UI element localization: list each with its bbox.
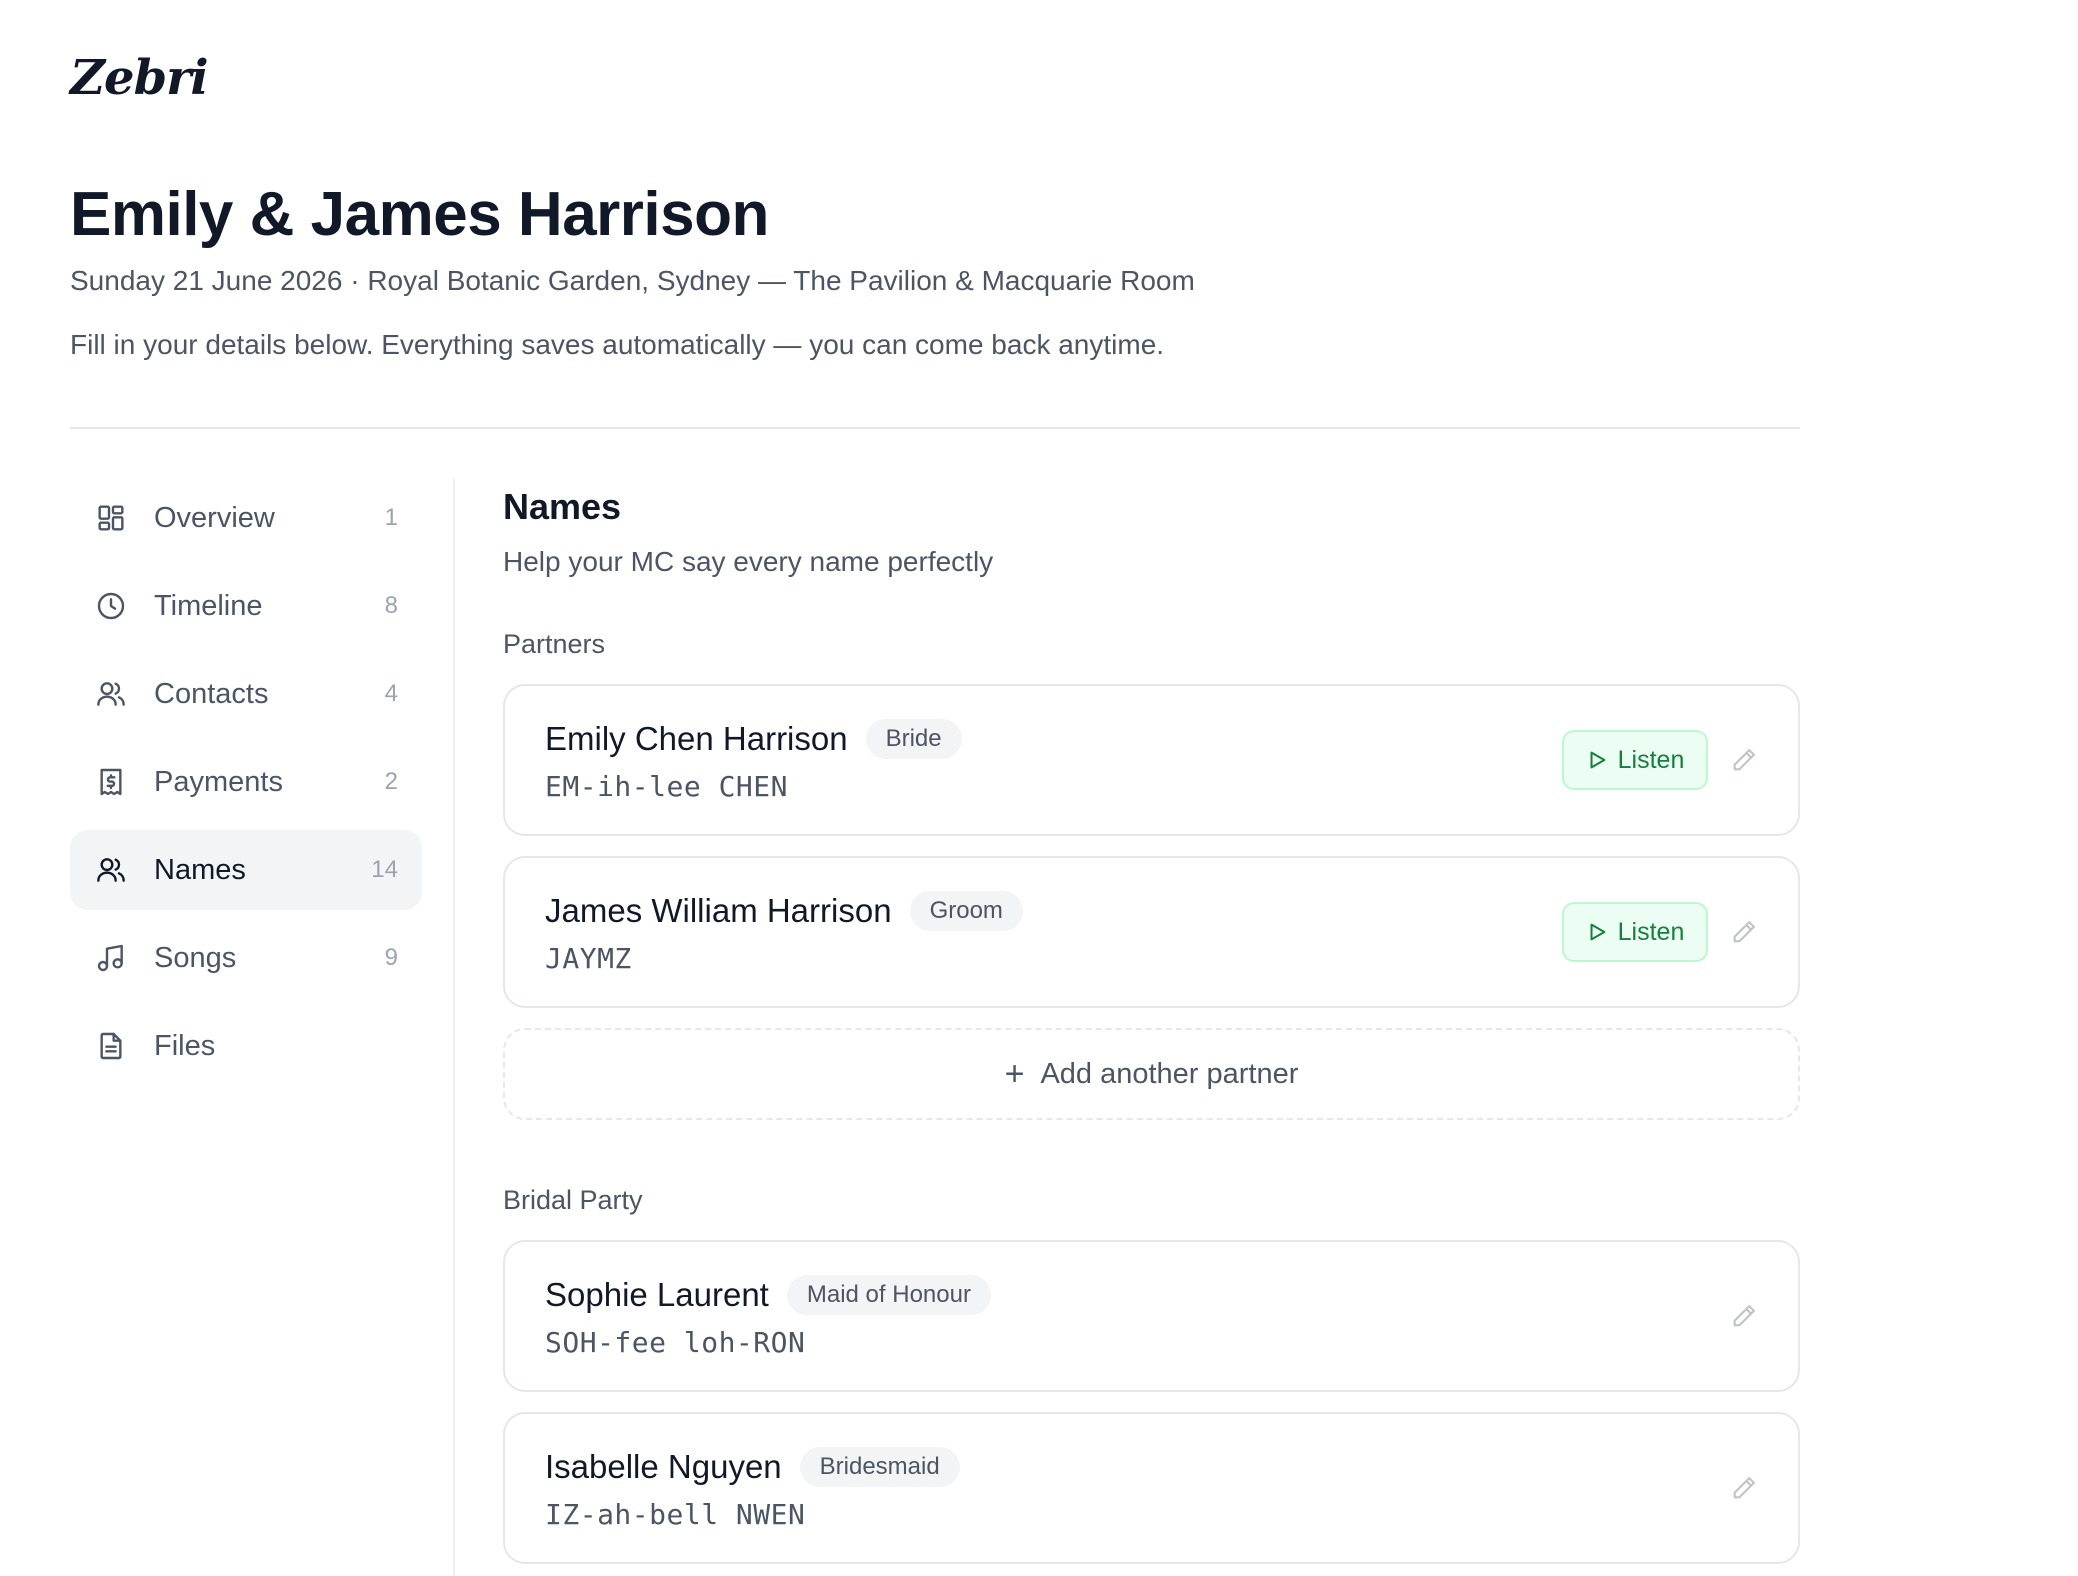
name-card: James William Harrison Groom JAYMZ Liste…	[503, 856, 1800, 1008]
person-name: Isabelle Nguyen	[545, 1448, 782, 1485]
music-icon	[94, 941, 128, 975]
plus-icon: +	[1004, 1054, 1025, 1093]
sidebar-item-contacts[interactable]: Contacts 4	[70, 654, 422, 734]
name-card: Sophie Laurent Maid of Honour SOH-fee lo…	[503, 1240, 1800, 1392]
listen-button[interactable]: Listen	[1562, 730, 1708, 790]
sidebar-item-timeline[interactable]: Timeline 8	[70, 566, 422, 646]
section-subtitle: Help your MC say every name perfectly	[503, 546, 994, 577]
grid-icon	[94, 501, 128, 535]
sidebar-item-count: 9	[384, 944, 398, 971]
pencil-icon[interactable]	[1730, 1474, 1760, 1504]
sidebar-item-label: Files	[154, 1029, 216, 1062]
page-title: Emily & James Harrison	[70, 180, 769, 249]
header-divider	[70, 427, 1800, 429]
person-name: Emily Chen Harrison	[545, 720, 848, 757]
sidebar-item-count: 2	[384, 768, 398, 795]
partners-list: Emily Chen Harrison Bride EM-ih-lee CHEN…	[503, 684, 1800, 1120]
users-icon	[94, 853, 128, 887]
add-partner-label: Add another partner	[1040, 1057, 1299, 1090]
sidebar-item-count: 8	[384, 592, 398, 619]
listen-button[interactable]: Listen	[1562, 902, 1708, 962]
pencil-icon[interactable]	[1730, 918, 1760, 948]
listen-label: Listen	[1617, 917, 1685, 946]
name-card: Isabelle Nguyen Bridesmaid IZ-ah-bell NW…	[503, 1412, 1800, 1564]
role-badge: Bridesmaid	[799, 1447, 960, 1487]
sidebar-divider	[453, 478, 455, 1576]
partners-label: Partners	[503, 629, 606, 659]
play-icon	[1590, 751, 1605, 769]
sidebar-item-label: Names	[154, 853, 246, 886]
sidebar-item-payments[interactable]: Payments 2	[70, 742, 422, 822]
page-header: Emily & James Harrison Sunday 21 June 20…	[70, 175, 1800, 365]
person-name: James William Harrison	[545, 892, 892, 929]
sidebar-item-count: 14	[371, 856, 398, 883]
role-badge: Groom	[909, 891, 1023, 931]
sidebar-item-count: 4	[384, 680, 398, 707]
clock-icon	[94, 589, 128, 623]
event-details: Sunday 21 June 2026 · Royal Botanic Gard…	[70, 265, 1195, 296]
name-card: Emily Chen Harrison Bride EM-ih-lee CHEN…	[503, 684, 1800, 836]
sidebar-nav: Overview 1 Timeline 8 Contacts 4 Payment…	[70, 478, 422, 1094]
intro-text: Fill in your details below. Everything s…	[70, 329, 1165, 360]
pencil-icon[interactable]	[1730, 746, 1760, 776]
add-partner-button[interactable]: + Add another partner	[503, 1028, 1800, 1120]
sidebar-item-files[interactable]: Files	[70, 1006, 422, 1086]
section-title: Names	[503, 486, 622, 527]
bridal-party-list: Sophie Laurent Maid of Honour SOH-fee lo…	[503, 1240, 1800, 1564]
sidebar-item-label: Songs	[154, 941, 237, 974]
users-icon	[94, 677, 128, 711]
file-icon	[94, 1029, 128, 1063]
phonetic-spelling: IZ-ah-bell NWEN	[545, 1498, 806, 1531]
play-icon	[1590, 923, 1605, 941]
sidebar-item-label: Overview	[154, 501, 275, 534]
role-badge: Bride	[865, 719, 962, 759]
person-name: Sophie Laurent	[545, 1276, 769, 1313]
sidebar-item-label: Contacts	[154, 677, 269, 710]
role-badge: Maid of Honour	[786, 1275, 991, 1315]
sidebar-item-songs[interactable]: Songs 9	[70, 918, 422, 998]
sidebar-item-count: 1	[384, 504, 398, 531]
bridal-party-label: Bridal Party	[503, 1185, 643, 1215]
sidebar-item-names[interactable]: Names 14	[70, 830, 422, 910]
names-section: Names Help your MC say every name perfec…	[503, 478, 1800, 1576]
sidebar-item-label: Timeline	[154, 589, 263, 622]
phonetic-spelling: SOH-fee loh-RON	[545, 1326, 806, 1359]
listen-label: Listen	[1617, 745, 1685, 774]
receipt-icon	[94, 765, 128, 799]
zebri-logo[interactable]: Zebri	[70, 50, 209, 106]
sidebar-item-label: Payments	[154, 765, 283, 798]
pencil-icon[interactable]	[1730, 1302, 1760, 1332]
page: Zebri Emily & James Harrison Sunday 21 J…	[0, 0, 2078, 1576]
sidebar-item-overview[interactable]: Overview 1	[70, 478, 422, 558]
